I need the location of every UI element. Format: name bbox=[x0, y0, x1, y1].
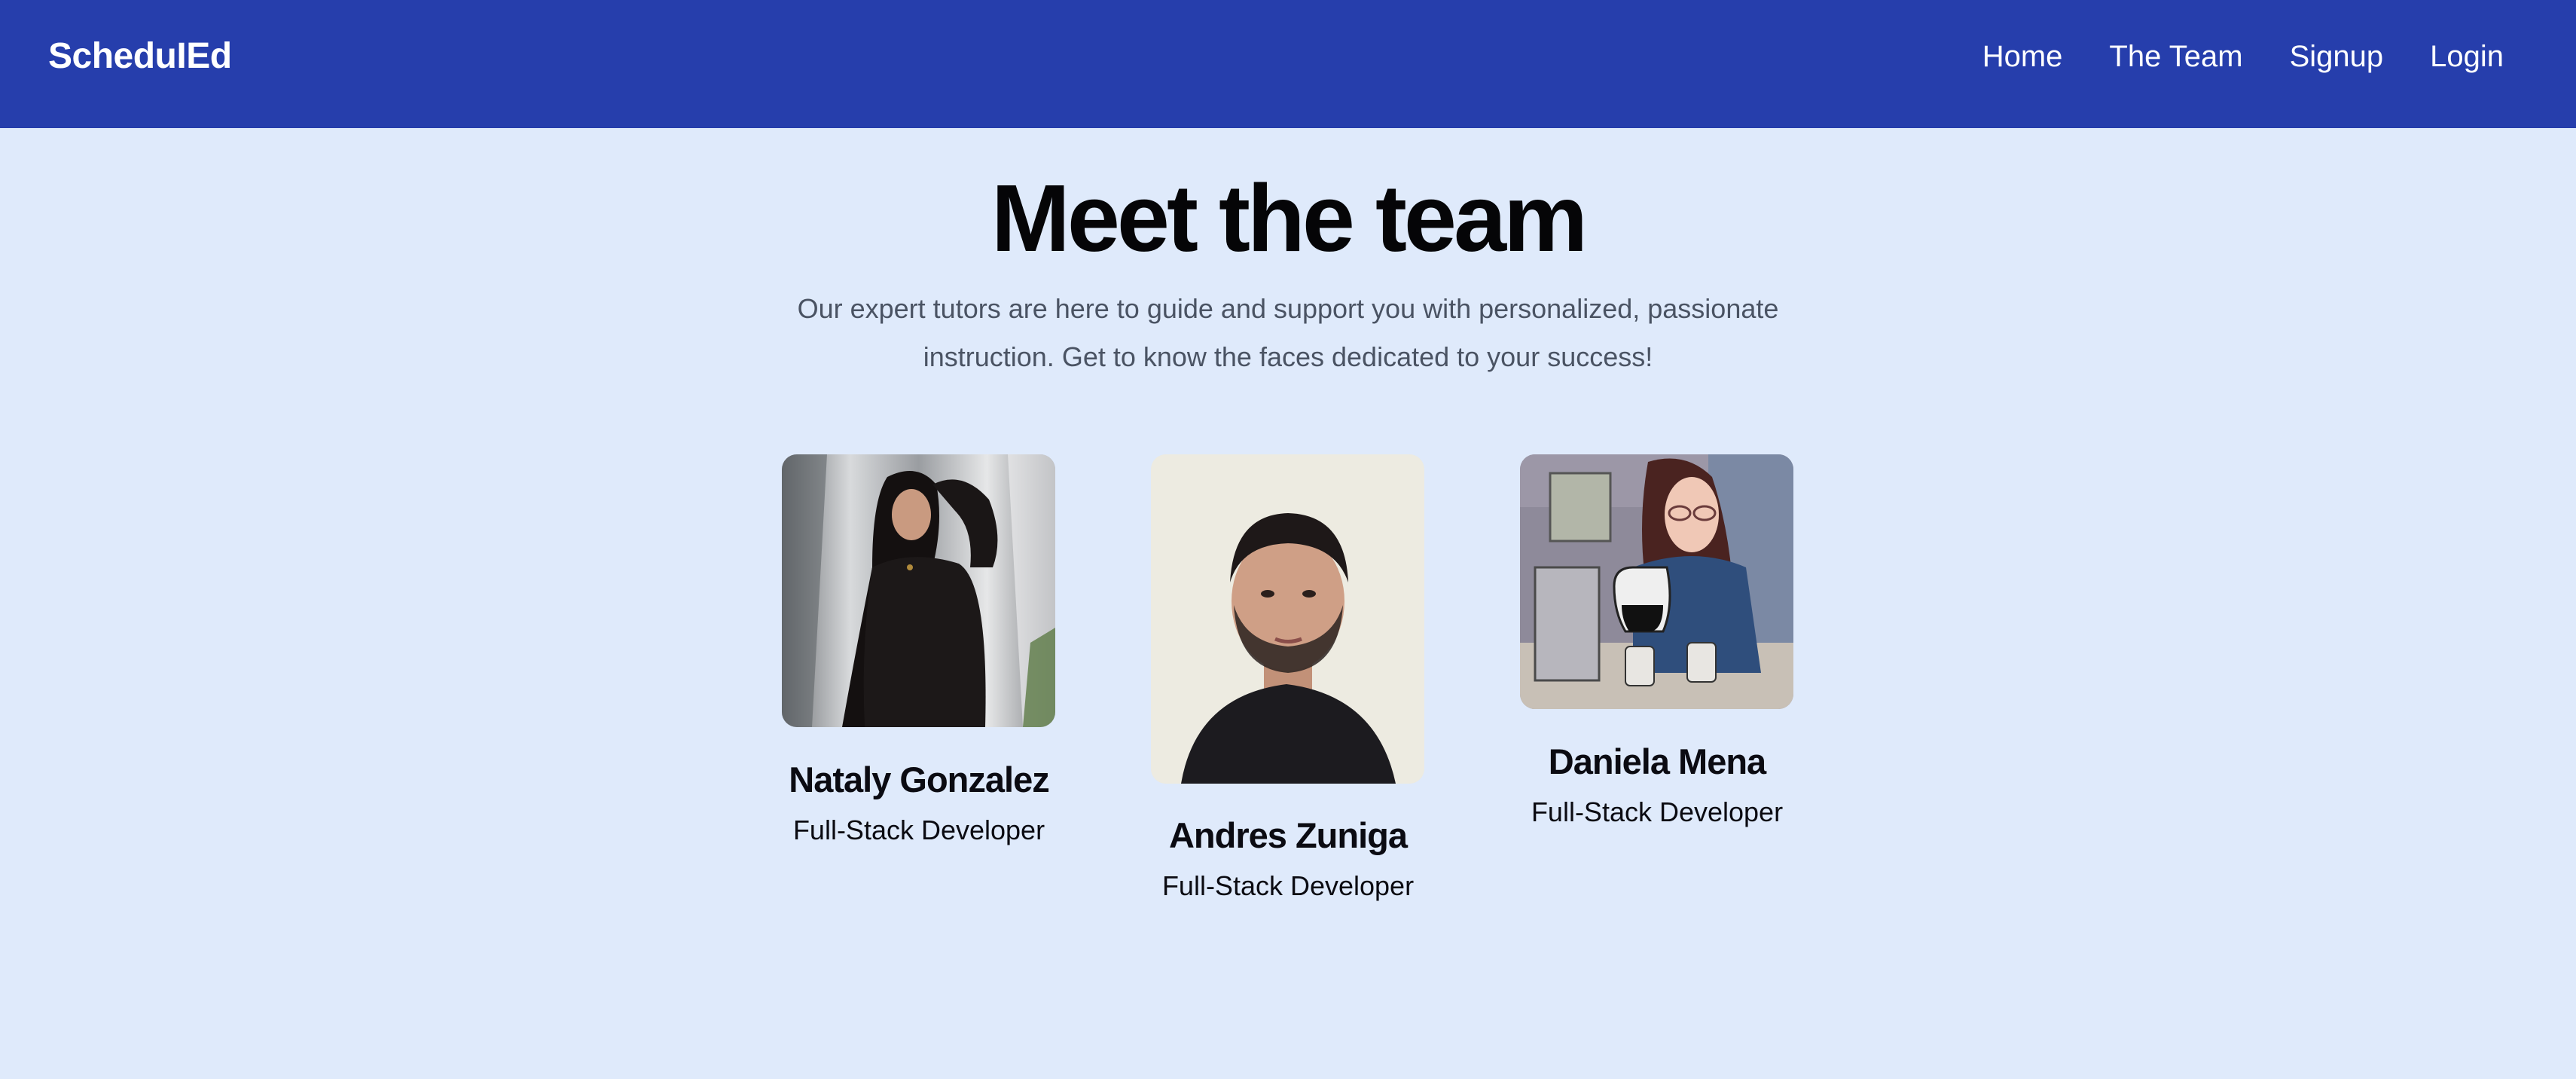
member-photo-cartoon-coffee bbox=[1520, 454, 1793, 709]
member-name: Daniela Mena bbox=[1548, 741, 1766, 781]
member-role: Full-Stack Developer bbox=[1161, 870, 1415, 901]
page-title: Meet the team bbox=[990, 165, 1588, 271]
nav-links: Home The Team Signup Login bbox=[1982, 0, 2504, 113]
nav-link-signup[interactable]: Signup bbox=[2290, 40, 2384, 74]
page-subtitle: Our expert tutors are here to guide and … bbox=[797, 293, 1779, 372]
member-photo-waterfall-portrait bbox=[782, 454, 1055, 727]
nav-link-login[interactable]: Login bbox=[2430, 40, 2504, 74]
member-role: Full-Stack Developer bbox=[1531, 796, 1784, 827]
nav-link-home[interactable]: Home bbox=[1982, 40, 2063, 74]
brand-logo[interactable]: ScheduIEd bbox=[48, 0, 232, 113]
navbar: ScheduIEd Home The Team Signup Login bbox=[0, 0, 2576, 128]
member-photo-headshot-portrait bbox=[1151, 454, 1424, 784]
member-name: Nataly Gonzalez bbox=[789, 760, 1049, 799]
nav-link-the-team[interactable]: The Team bbox=[2109, 40, 2242, 74]
